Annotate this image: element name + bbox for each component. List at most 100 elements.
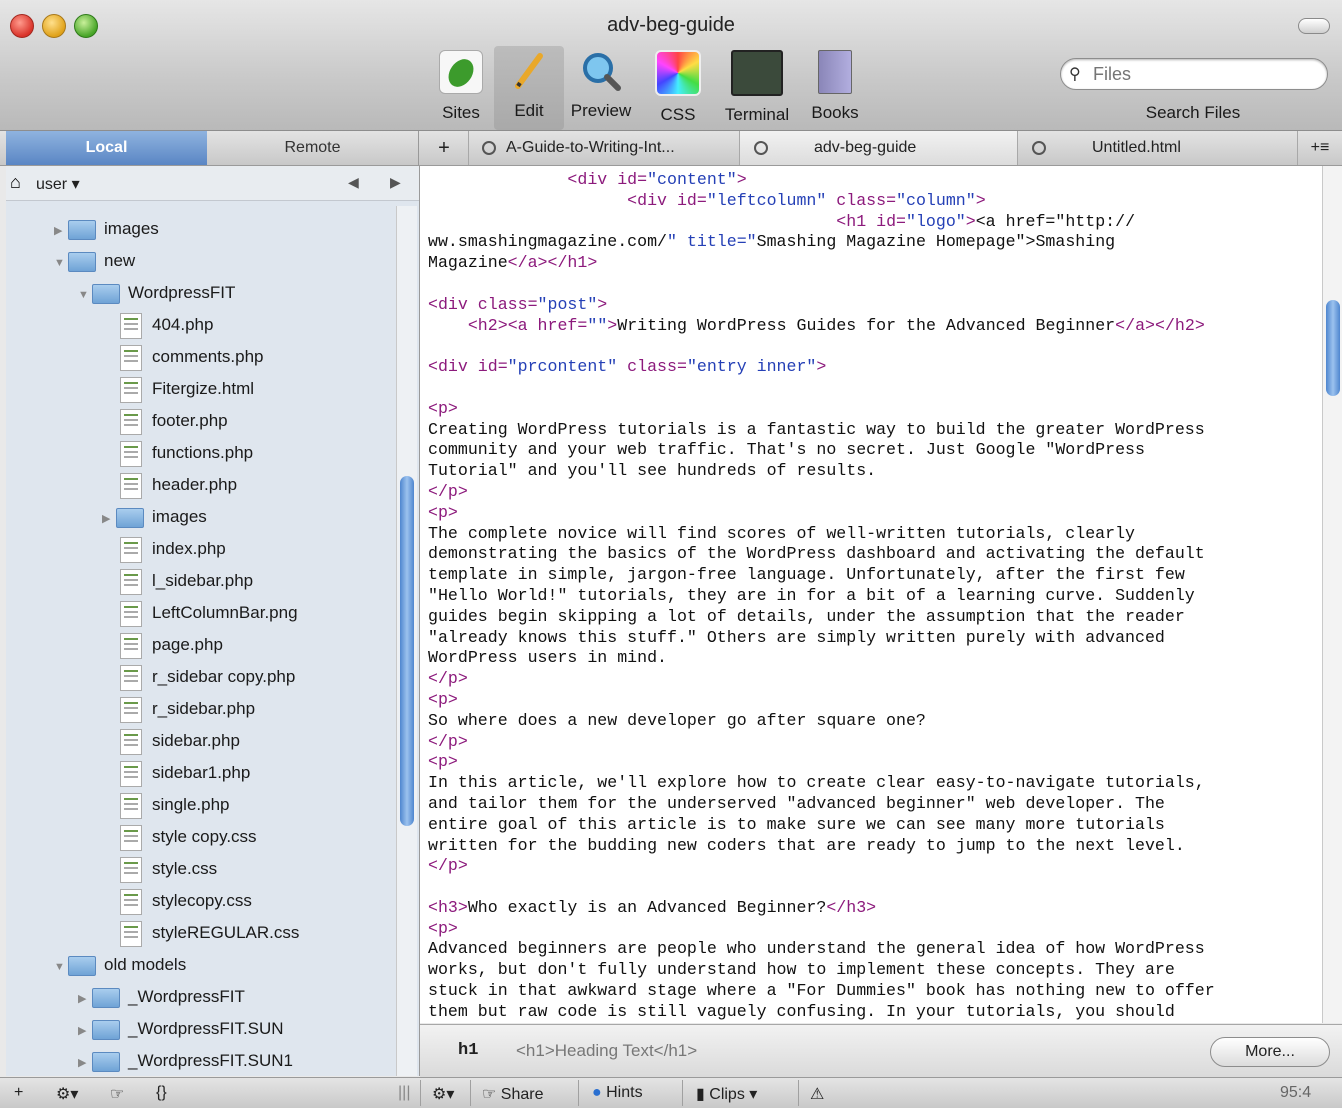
code-line[interactable]: <div class="post"> — [428, 295, 1318, 316]
code-line[interactable]: <div id="content"> — [428, 170, 1318, 191]
folder-row[interactable]: ▼ WordpressFIT — [78, 278, 235, 308]
folder-row[interactable]: ▶ _WordpressFIT.SUN1 — [78, 1046, 293, 1076]
code-line[interactable]: Creating WordPress tutorials is a fantas… — [428, 420, 1318, 441]
disclosure-closed-icon[interactable]: ▶ — [78, 1048, 92, 1076]
code-line[interactable]: <div id="prcontent" class="entry inner"> — [428, 357, 1318, 378]
code-line[interactable]: </p> — [428, 669, 1318, 690]
editor-scrollbar[interactable] — [1322, 166, 1342, 1023]
code-line[interactable]: <p> — [428, 503, 1318, 524]
clips-button[interactable]: ▮ Clips ▾ — [696, 1084, 757, 1104]
sidebar-scrollbar[interactable] — [396, 206, 417, 1076]
file-row[interactable]: LeftColumnBar.png — [120, 598, 298, 628]
file-row[interactable]: header.php — [120, 470, 237, 500]
code-line[interactable]: stuck in that awkward stage where a "For… — [428, 981, 1318, 1002]
folder-row[interactable]: ▶ images — [102, 502, 207, 532]
file-row[interactable]: footer.php — [120, 406, 228, 436]
home-icon[interactable]: ⌂ — [10, 172, 21, 193]
code-line[interactable] — [428, 378, 1318, 399]
code-line[interactable]: </p> — [428, 732, 1318, 753]
code-line[interactable]: <h1 id="logo"><a href="http:// — [428, 212, 1318, 233]
disclosure-open-icon[interactable]: ▼ — [54, 248, 68, 278]
tab-close-icon[interactable] — [1032, 140, 1046, 155]
code-line[interactable]: <h3>Who exactly is an Advanced Beginner?… — [428, 898, 1318, 919]
disclosure-closed-icon[interactable]: ▶ — [78, 984, 92, 1014]
share-sidebar-icon[interactable]: ☞ — [110, 1084, 124, 1104]
file-row[interactable]: 404.php — [120, 310, 213, 340]
code-line[interactable]: demonstrating the basics of the WordPres… — [428, 544, 1318, 565]
code-line[interactable] — [428, 336, 1318, 357]
file-row[interactable]: Fitergize.html — [120, 374, 254, 404]
code-line[interactable]: So where does a new developer go after s… — [428, 711, 1318, 732]
new-tab-button[interactable]: + — [420, 131, 469, 165]
toolbar-sites-button[interactable]: Sites — [426, 50, 496, 123]
folder-row[interactable]: ▶ images — [54, 214, 159, 244]
tab-close-icon[interactable] — [754, 140, 768, 155]
code-editor[interactable]: <div id="content"> <div id="leftcolumn" … — [420, 166, 1322, 1023]
editor-scroll-thumb[interactable] — [1326, 300, 1340, 396]
toolbar-preview-button[interactable]: Preview — [566, 50, 636, 121]
local-tab[interactable]: Local — [6, 131, 207, 165]
disclosure-closed-icon[interactable]: ▶ — [102, 504, 116, 534]
sidebar-scroll-thumb[interactable] — [400, 476, 414, 826]
code-line[interactable]: guides begin skipping a lot of details, … — [428, 607, 1318, 628]
toolbar-css-button[interactable]: CSS — [643, 50, 713, 125]
file-row[interactable]: l_sidebar.php — [120, 566, 253, 596]
code-line[interactable]: works, but don't fully understand how to… — [428, 960, 1318, 981]
tag-snippet[interactable]: <h1>Heading Text</h1> — [516, 1041, 697, 1061]
tab-adv-beg-guide[interactable]: adv-beg-guide — [740, 131, 1018, 165]
folder-row[interactable]: ▶ _WordpressFIT.SUN — [78, 1014, 284, 1044]
code-line[interactable]: community and your web traffic. That's n… — [428, 440, 1318, 461]
code-line[interactable]: <p> — [428, 399, 1318, 420]
file-row[interactable]: sidebar.php — [120, 726, 240, 756]
braces-icon[interactable]: {} — [156, 1084, 167, 1102]
code-line[interactable]: The complete novice will find scores of … — [428, 524, 1318, 545]
file-row[interactable]: page.php — [120, 630, 223, 660]
code-line[interactable]: WordPress users in mind. — [428, 648, 1318, 669]
code-line[interactable]: In this article, we'll explore how to cr… — [428, 773, 1318, 794]
code-line[interactable]: template in simple, jargon-free language… — [428, 565, 1318, 586]
remote-tab[interactable]: Remote — [207, 131, 419, 165]
search-files-field[interactable]: ⚲ — [1060, 58, 1328, 90]
file-row[interactable]: index.php — [120, 534, 226, 564]
file-row[interactable]: r_sidebar.php — [120, 694, 255, 724]
code-line[interactable]: <p> — [428, 752, 1318, 773]
file-row[interactable]: styleREGULAR.css — [120, 918, 299, 948]
code-text[interactable]: <div id="content"> <div id="leftcolumn" … — [428, 170, 1318, 1023]
code-line[interactable]: </p> — [428, 856, 1318, 877]
add-icon[interactable]: + — [14, 1084, 23, 1102]
search-files-input[interactable] — [1091, 63, 1315, 86]
file-row[interactable]: functions.php — [120, 438, 253, 468]
code-line[interactable]: written for the budding new coders that … — [428, 836, 1318, 857]
file-row[interactable]: r_sidebar copy.php — [120, 662, 295, 692]
code-line[interactable]: Tutorial" and you'll see hundreds of res… — [428, 461, 1318, 482]
folder-row[interactable]: ▼ new — [54, 246, 135, 276]
code-line[interactable]: </p> — [428, 482, 1318, 503]
folder-row[interactable]: ▶ _WordpressFIT — [78, 982, 245, 1012]
toolbar-toggle-button[interactable] — [1298, 18, 1330, 34]
code-line[interactable]: ww.smashingmagazine.com/" title="Smashin… — [428, 232, 1318, 253]
tab-guide-writing[interactable]: A-Guide-to-Writing-Int... — [468, 131, 740, 165]
code-line[interactable]: Advanced beginners are people who unders… — [428, 939, 1318, 960]
code-line[interactable] — [428, 274, 1318, 295]
editor-gear-menu-icon[interactable]: ⚙▾ — [432, 1084, 454, 1104]
toolbar-books-button[interactable]: Books — [800, 50, 870, 123]
resize-handle-icon[interactable]: ||| — [398, 1084, 410, 1102]
back-arrow-icon[interactable]: ◀ — [348, 174, 359, 191]
disclosure-closed-icon[interactable]: ▶ — [54, 216, 68, 246]
toolbar-terminal-button[interactable]: Terminal — [722, 50, 792, 125]
gear-menu-icon[interactable]: ⚙▾ — [56, 1084, 78, 1104]
code-line[interactable]: entire goal of this article is to make s… — [428, 815, 1318, 836]
file-row[interactable]: style copy.css — [120, 822, 257, 852]
forward-arrow-icon[interactable]: ▶ — [390, 174, 401, 191]
folder-row[interactable]: ▼ old models — [54, 950, 186, 980]
code-line[interactable]: "already knows this stuff." Others are s… — [428, 628, 1318, 649]
code-line[interactable]: Magazine</a></h1> — [428, 253, 1318, 274]
file-row[interactable]: style.css — [120, 854, 217, 884]
hints-button[interactable]: ● Hints — [592, 1084, 643, 1102]
file-row[interactable]: comments.php — [120, 342, 264, 372]
code-line[interactable]: <p> — [428, 919, 1318, 940]
disclosure-open-icon[interactable]: ▼ — [54, 952, 68, 982]
code-line[interactable] — [428, 877, 1318, 898]
tab-close-icon[interactable] — [482, 140, 496, 155]
code-line[interactable]: <p> — [428, 690, 1318, 711]
